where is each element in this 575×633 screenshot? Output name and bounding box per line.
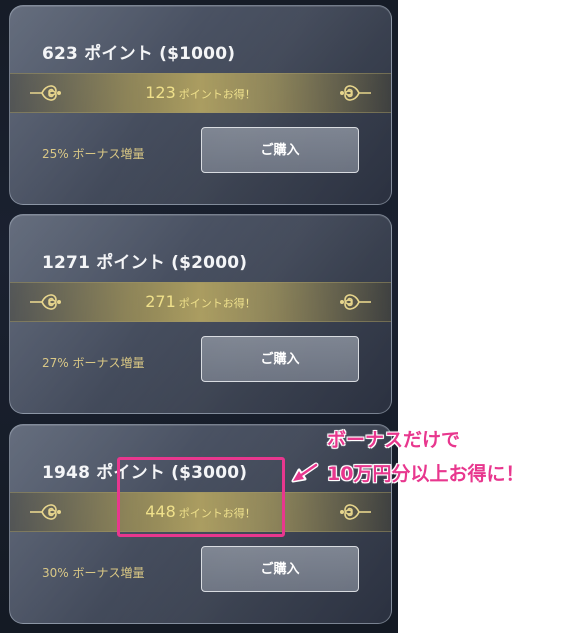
- offer-card: 623 ポイント ($1000) 123 ポイントお得！ 25% ボーナス増量 ご…: [9, 5, 392, 205]
- bonus-points-suffix: ポイントお得！: [178, 88, 256, 101]
- offer-title: 623 ポイント ($1000): [42, 44, 236, 64]
- buy-button[interactable]: ご購入: [201, 336, 359, 382]
- buy-button[interactable]: ご購入: [201, 127, 359, 173]
- highlight-box: [117, 457, 285, 537]
- arrow-icon: [291, 462, 319, 483]
- buy-button[interactable]: ご購入: [201, 546, 359, 592]
- flourish-ornament-icon: [340, 294, 371, 310]
- flourish-ornament-icon: [340, 504, 371, 520]
- bonus-points-text: 271 ポイントお得！: [10, 292, 391, 311]
- bonus-rate-label: 25% ボーナス増量: [42, 147, 145, 161]
- bonus-points-band: 271 ポイントお得！: [10, 282, 391, 322]
- annotation-line-1: ボーナスだけで: [327, 429, 461, 451]
- offer-card: 1271 ポイント ($2000) 271 ポイントお得！ 27% ボーナス増量 …: [9, 214, 392, 414]
- bonus-rate-label: 30% ボーナス増量: [42, 566, 145, 580]
- bonus-points-value: 271: [145, 292, 176, 311]
- flourish-ornament-icon: [340, 85, 371, 101]
- bonus-points-band: 123 ポイントお得！: [10, 73, 391, 113]
- bonus-rate-label: 27% ボーナス増量: [42, 356, 145, 370]
- annotation-line-2: 10万円分以上お得に！: [327, 463, 525, 485]
- bonus-points-text: 123 ポイントお得！: [10, 83, 391, 102]
- bonus-points-suffix: ポイントお得！: [178, 297, 256, 310]
- bonus-points-value: 123: [145, 83, 176, 102]
- offer-title: 1271 ポイント ($2000): [42, 253, 248, 273]
